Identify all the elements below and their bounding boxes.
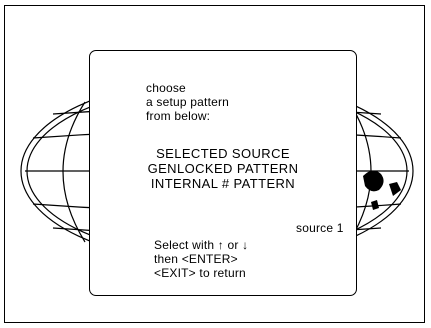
- option-label: SELECTED SOURCE: [156, 146, 290, 161]
- option-label: GENLOCKED PATTERN: [147, 161, 299, 176]
- up-arrow-icon: ↑: [217, 238, 224, 252]
- enter-hint: then <ENTER>: [154, 252, 238, 266]
- option-label: INTERNAL # PATTERN: [150, 176, 296, 191]
- option-internal-pattern[interactable]: INTERNAL # PATTERN: [90, 176, 356, 191]
- exit-hint: <EXIT> to return: [154, 266, 246, 280]
- down-arrow-icon: ↓: [242, 238, 249, 252]
- instruction-line-1: choose: [146, 81, 186, 95]
- option-selected-source[interactable]: SELECTED SOURCE: [90, 146, 356, 161]
- instruction-line-2: a setup pattern: [146, 95, 230, 109]
- option-genlocked-pattern[interactable]: GENLOCKED PATTERN: [90, 161, 356, 176]
- select-prefix: Select with: [154, 238, 215, 252]
- select-hint: Select with ↑ or ↓: [154, 238, 248, 252]
- or-word: or: [227, 238, 239, 252]
- osd-screen: choose a setup pattern from below: SELEC…: [4, 5, 425, 323]
- source-label: source 1: [296, 221, 344, 235]
- instruction-line-3: from below:: [146, 109, 211, 123]
- setup-pattern-menu: choose a setup pattern from below: SELEC…: [89, 50, 357, 296]
